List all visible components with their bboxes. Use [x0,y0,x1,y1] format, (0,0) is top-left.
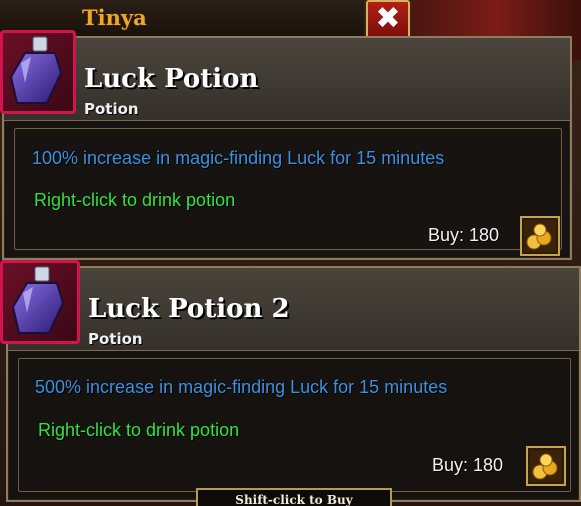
gold-coins-icon [520,216,560,256]
item-type: Potion [88,330,143,348]
game-screen: Tinya ✖ Luck Potion Potion 100% increase… [0,0,581,506]
close-button[interactable]: ✖ [366,0,410,40]
item-type: Potion [84,100,139,118]
item-name: Luck Potion [84,64,259,94]
item-icon-slot [0,260,80,344]
vendor-title: Tinya [82,5,147,30]
item-price: Buy: 180 [432,455,504,475]
purple-potion-bottle-icon [11,266,65,334]
shift-click-hint-label: Shift-click to Buy [235,493,353,506]
item-icon-slot [0,30,76,114]
item-description: 100% increase in magic-finding Luck for … [32,148,445,168]
purple-potion-bottle-icon [9,36,63,104]
gold-coins-icon [526,446,566,486]
close-x-icon: ✖ [375,1,401,36]
item-description: 500% increase in magic-finding Luck for … [35,377,448,397]
item-name: Luck Potion 2 [88,294,290,324]
item-usage-hint: Right-click to drink potion [38,420,240,440]
item-price: Buy: 180 [428,225,500,245]
shift-click-hint: Shift-click to Buy [196,488,392,506]
item-usage-hint: Right-click to drink potion [34,190,236,210]
